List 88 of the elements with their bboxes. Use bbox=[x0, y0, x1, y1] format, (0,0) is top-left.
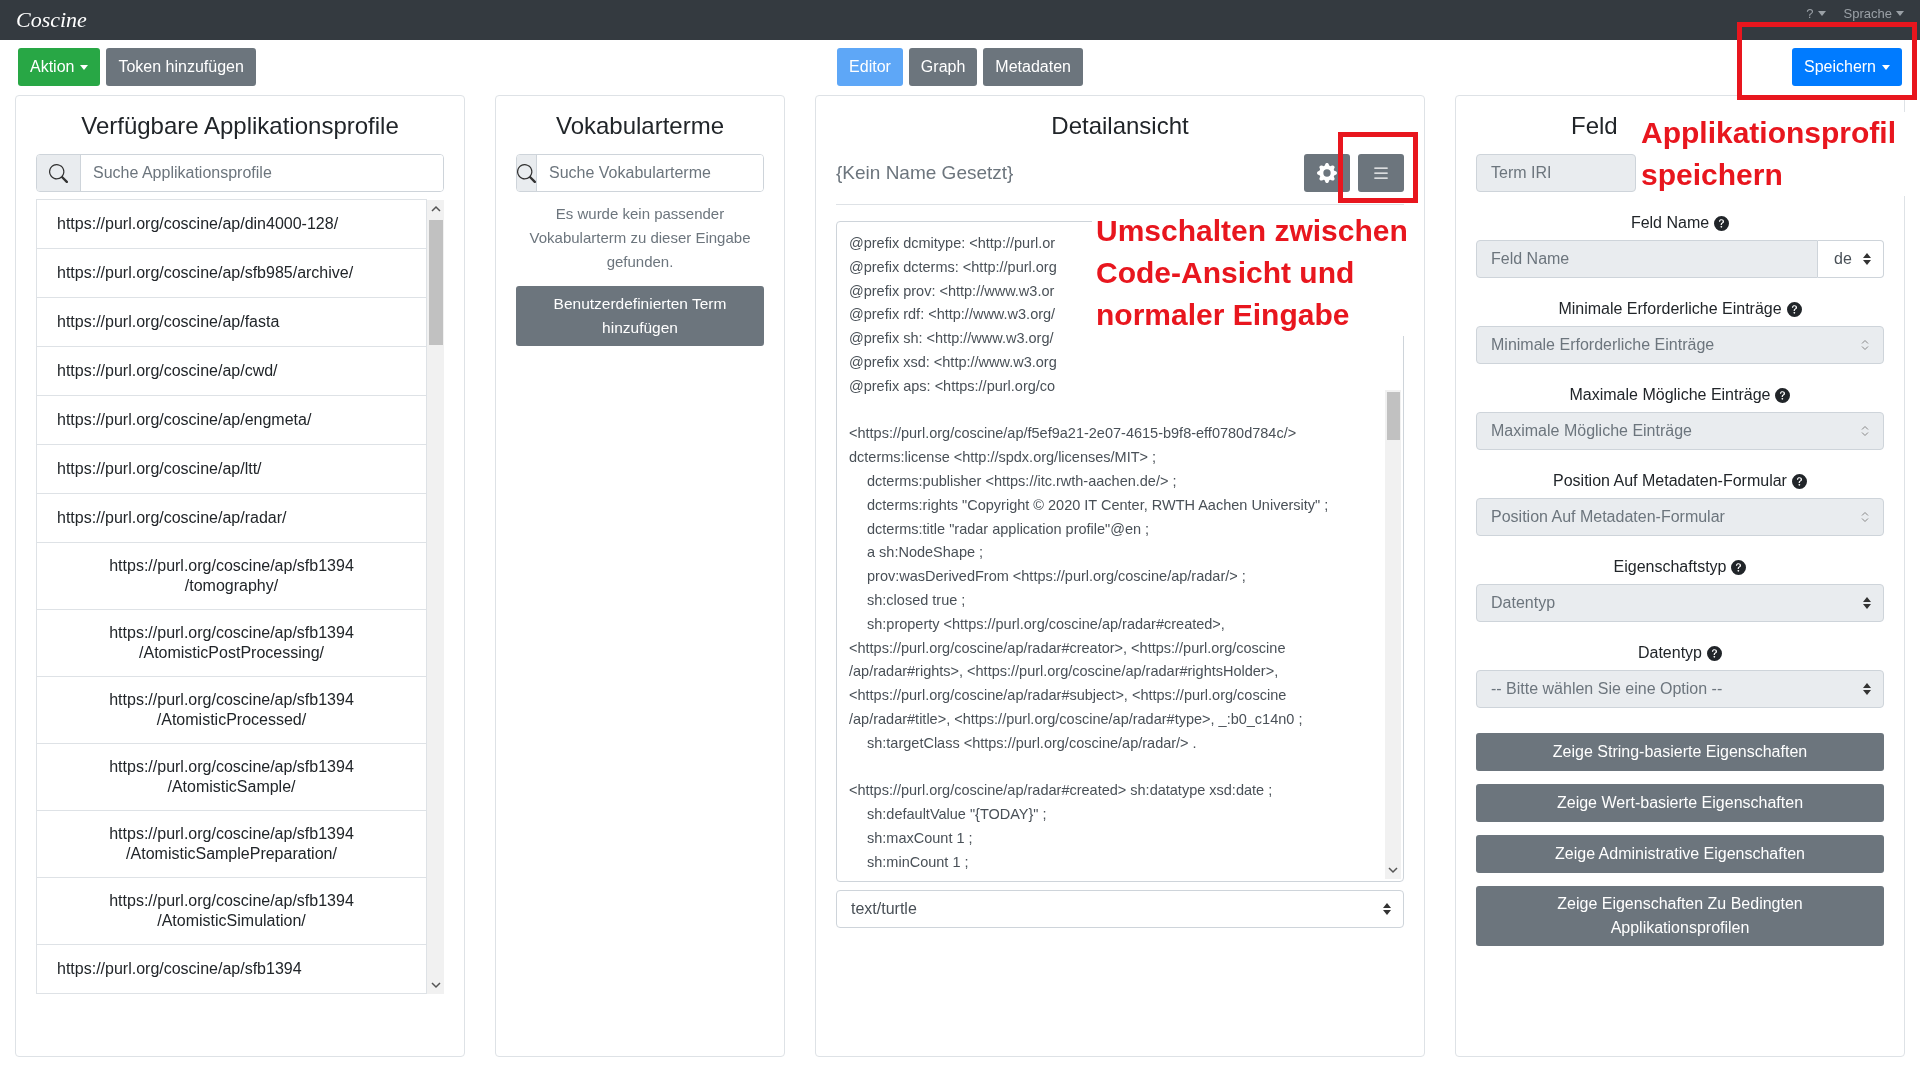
sort-arrows-icon bbox=[1863, 253, 1871, 265]
format-select[interactable]: text/turtle bbox=[836, 889, 1404, 928]
empty-message: Es wurde kein passender Vokabularterm zu dieser Eingabe gefunden. bbox=[528, 204, 752, 272]
code-line: sh:closed true ; bbox=[866, 590, 966, 610]
code-line: @prefix rdf: <http://www.w3.org/ bbox=[849, 305, 1056, 325]
settings-icon bbox=[1317, 163, 1337, 183]
show-properties-button[interactable]: Zeige Wert-basierte Eigenschaften bbox=[1476, 784, 1884, 822]
nav-menu[interactable]: ? bbox=[1806, 6, 1826, 21]
code-line: dcterms:title "radar application profile"@en ; bbox=[866, 519, 1150, 539]
field-label: Datentyp bbox=[1637, 644, 1702, 662]
code-line: <https://purl.org/coscine/ap/radar#created> sh:datatype xsd:date ; bbox=[849, 781, 1273, 801]
chevron-up-icon[interactable] bbox=[430, 204, 441, 214]
code-line: <https://purl.org/coscine/ap/radar#creator>, <https://purl.org/coscine bbox=[849, 638, 1286, 658]
code-line: dcterms:license <http://spdx.org/licenses/MIT> ; bbox=[849, 448, 1157, 468]
view-tab[interactable]: Editor bbox=[837, 48, 903, 86]
help-icon[interactable] bbox=[1731, 559, 1747, 575]
code-line: @prefix xsd: <http://www.w3.org bbox=[849, 353, 1057, 372]
panel-title: Feld bbox=[1571, 112, 1618, 140]
scrollbar[interactable] bbox=[1385, 390, 1401, 879]
profile-search-field[interactable]: Suche Applikationsprofile bbox=[36, 154, 444, 192]
code-line: sh:defaultValue "{TODAY}" ; bbox=[866, 805, 1047, 825]
scrollbar-thumb[interactable] bbox=[428, 220, 443, 345]
caret-icon bbox=[1896, 11, 1904, 16]
view-toggle-button[interactable] bbox=[1358, 154, 1404, 192]
code-line: sh:property <https://purl.org/coscine/ap/radar#created>, bbox=[866, 614, 1225, 634]
panel-title: Vokabularterme bbox=[554, 112, 726, 140]
field-label: Feld Name bbox=[1630, 214, 1710, 232]
help-icon[interactable] bbox=[1786, 301, 1802, 317]
code-line: @prefix aps: <https://purl.org/co bbox=[849, 376, 1056, 396]
code-line: prov:wasDerivedFrom <https://purl.org/coscine/ap/radar/> ; bbox=[866, 567, 1246, 587]
field-label: Eigenschaftstyp bbox=[1613, 558, 1727, 576]
profile-list-item[interactable]: https://purl.org/coscine/ap/ltt/ bbox=[36, 444, 427, 494]
show-properties-button[interactable]: Zeige Administrative Eigenschaften bbox=[1476, 835, 1884, 873]
chevron-down-icon[interactable] bbox=[1388, 864, 1398, 875]
code-line: dcterms:publisher <https://itc.rwth-aachen.de/> ; bbox=[866, 471, 1177, 491]
code-line: <https://purl.org/coscine/ap/f5ef9a21-2e07-4615-b9f8-eff0780d784c/> bbox=[849, 424, 1297, 444]
code-line: sh:maxCount 1 ; bbox=[866, 828, 973, 848]
sort-arrows-icon bbox=[1861, 511, 1869, 523]
help-icon[interactable] bbox=[1775, 387, 1791, 403]
code-line: @prefix dcterms: <http://purl.org bbox=[849, 257, 1057, 277]
code-line: a sh:NodeShape ; bbox=[866, 543, 984, 563]
profile-list-item[interactable]: https://purl.org/coscine/ap/sfb1394 bbox=[36, 944, 427, 994]
code-line: sh:minCount 1 ; bbox=[866, 852, 969, 872]
nav-menu[interactable]: Sprache bbox=[1843, 6, 1904, 21]
scrollbar[interactable] bbox=[427, 200, 444, 994]
sort-arrows-icon bbox=[1383, 902, 1391, 915]
profile-list-item[interactable]: https://purl.org/coscine/ap/radar/ bbox=[36, 493, 427, 543]
code-line: @prefix prov: <http://www.w3.or bbox=[849, 281, 1055, 301]
sort-arrows-icon bbox=[1861, 339, 1869, 351]
code-line: @prefix dcmitype: <http://purl.or bbox=[849, 234, 1056, 253]
panel-title: Verfügbare Applikationsprofile bbox=[80, 112, 400, 140]
vocabulary-search-field[interactable]: Suche Vokabularterme bbox=[516, 154, 764, 192]
panel-title: Detailansicht bbox=[1050, 112, 1190, 140]
code-line: <https://purl.org/coscine/ap/radar#subject>, <https://purl.org/coscine bbox=[849, 686, 1287, 706]
profile-list-item[interactable]: https://purl.org/coscine/ap/sfb985/archive/ bbox=[36, 248, 427, 298]
profile-name: {Kein Name Gesetzt} bbox=[836, 162, 1014, 184]
save-button[interactable]: Speichern bbox=[1791, 48, 1902, 86]
sort-arrows-icon bbox=[1863, 683, 1871, 695]
code-line: /ap/radar#rights>, <https://purl.org/coscine/ap/radar#rightsHolder>, bbox=[849, 662, 1279, 682]
help-icon[interactable] bbox=[1791, 473, 1807, 489]
scrollbar-thumb[interactable] bbox=[1386, 392, 1400, 440]
profile-list-item[interactable]: https://purl.org/coscine/ap/engmeta/ bbox=[36, 395, 427, 445]
show-properties-button[interactable]: Zeige String-basierte Eigenschaften bbox=[1476, 733, 1884, 771]
app-logo[interactable]: Coscine bbox=[16, 7, 87, 33]
field-label: Minimale Erforderliche Einträge bbox=[1558, 300, 1782, 318]
toolbar-button[interactable]: Aktion bbox=[18, 48, 101, 86]
profile-list-item[interactable]: https://purl.org/coscine/ap/din4000-128/ bbox=[36, 199, 427, 249]
help-icon[interactable] bbox=[1714, 215, 1730, 231]
profile-list-item[interactable]: https://purl.org/coscine/ap/cwd/ bbox=[36, 346, 427, 396]
code-line: /ap/radar#title>, <https://purl.org/coscine/ap/radar#type>, _:b0_c14n0 ; bbox=[849, 709, 1303, 729]
chevron-down-icon[interactable] bbox=[430, 980, 441, 990]
search-icon bbox=[49, 163, 68, 183]
sort-arrows-icon bbox=[1861, 425, 1869, 437]
field-label: Position Auf Metadaten-Formular bbox=[1553, 472, 1787, 490]
add-term-button[interactable]: Benutzerdefinierten Term hinzufügen bbox=[516, 286, 764, 346]
show-properties-button[interactable]: Zeige Eigenschaften Zu Bedingten Applikationsprofilen bbox=[1476, 886, 1884, 946]
code-line: dcterms:rights "Copyright © 2020 IT Center, RWTH Aachen University" ; bbox=[866, 495, 1329, 515]
code-line: sh:targetClass <https://purl.org/coscine/ap/radar/> . bbox=[866, 733, 1197, 753]
field-label: Maximale Mögliche Einträge bbox=[1569, 386, 1771, 404]
caret-icon bbox=[1817, 11, 1826, 16]
code-line: @prefix sh: <http://www.w3.org/ bbox=[849, 329, 1054, 349]
search-icon bbox=[517, 163, 536, 183]
toolbar-button[interactable]: Token hinzufügen bbox=[106, 48, 256, 86]
view-tab[interactable]: Metadaten bbox=[983, 48, 1083, 86]
profile-list-item[interactable]: https://purl.org/coscine/ap/fasta bbox=[36, 297, 427, 347]
help-icon[interactable] bbox=[1707, 645, 1722, 661]
view-tab[interactable]: Graph bbox=[908, 48, 978, 86]
sort-arrows-icon bbox=[1863, 597, 1871, 609]
